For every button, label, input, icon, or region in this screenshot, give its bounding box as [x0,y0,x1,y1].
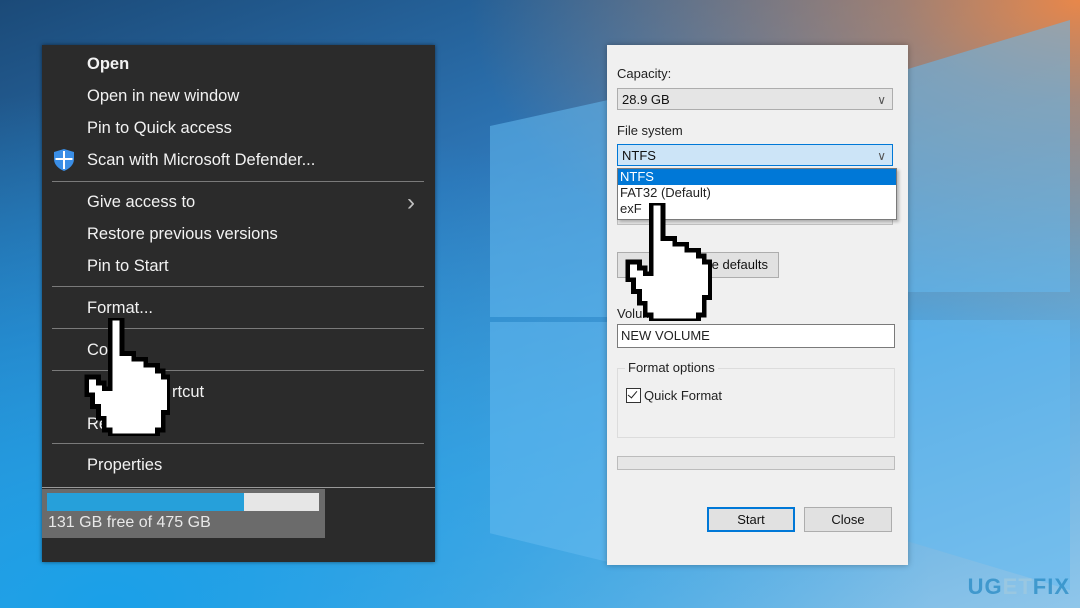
menu-item-create-shortcut[interactable]: rtcut [172,378,204,406]
checkbox-checked-icon[interactable] [626,388,641,403]
watermark-mid: ET [1002,574,1033,599]
quick-format-checkbox[interactable]: Quick Format [626,388,722,403]
context-menu: Open Open in new window Pin to Quick acc… [42,45,435,562]
file-system-select[interactable]: NTFS ∨ [617,144,893,166]
drive-usage-panel: 131 GB free of 475 GB [42,489,325,538]
watermark-left: UG [967,574,1003,599]
start-button[interactable]: Start [707,507,795,532]
menu-item-restore-versions[interactable]: Restore previous versions [87,220,278,248]
menu-separator [52,181,424,182]
menu-item-open[interactable]: Open [87,50,129,78]
capacity-select[interactable]: 28.9 GB ∨ [617,88,893,110]
menu-separator [52,443,424,444]
file-system-value: NTFS [622,148,656,163]
menu-item-pin-start[interactable]: Pin to Start [87,252,169,280]
drive-usage-bar [47,493,319,511]
option-fat32[interactable]: FAT32 (Default) [618,185,896,201]
volume-label-input[interactable]: NEW VOLUME [617,324,895,348]
hand-cursor-icon [84,318,170,436]
ugetfix-watermark: UGETFIX [968,574,1070,600]
chevron-down-icon: ∨ [877,149,886,163]
quick-format-label: Quick Format [644,388,723,403]
format-options-title: Format options [625,360,718,375]
format-options-group: Format options Quick Format [617,360,895,438]
capacity-value: 28.9 GB [622,92,670,107]
close-button[interactable]: Close [804,507,892,532]
menu-item-pin-quick-access[interactable]: Pin to Quick access [87,114,232,142]
hand-cursor-icon [625,203,712,321]
drive-usage-fill [47,493,244,511]
format-progress-bar [617,456,895,470]
menu-item-give-access[interactable]: Give access to [87,188,195,216]
chevron-down-icon: ∨ [877,93,886,107]
drive-usage-text: 131 GB free of 475 GB [48,514,211,531]
option-ntfs[interactable]: NTFS [618,169,896,185]
capacity-label: Capacity: [617,66,672,81]
menu-item-scan-defender[interactable]: Scan with Microsoft Defender... [87,146,315,174]
chevron-right-icon: › [407,189,415,216]
menu-separator [52,286,424,287]
menu-item-open-new-window[interactable]: Open in new window [87,82,239,110]
watermark-right: FIX [1032,574,1070,599]
menu-item-properties[interactable]: Properties [87,451,162,479]
file-system-label: File system [617,123,683,138]
shield-icon [54,149,74,171]
menu-separator [42,487,435,488]
